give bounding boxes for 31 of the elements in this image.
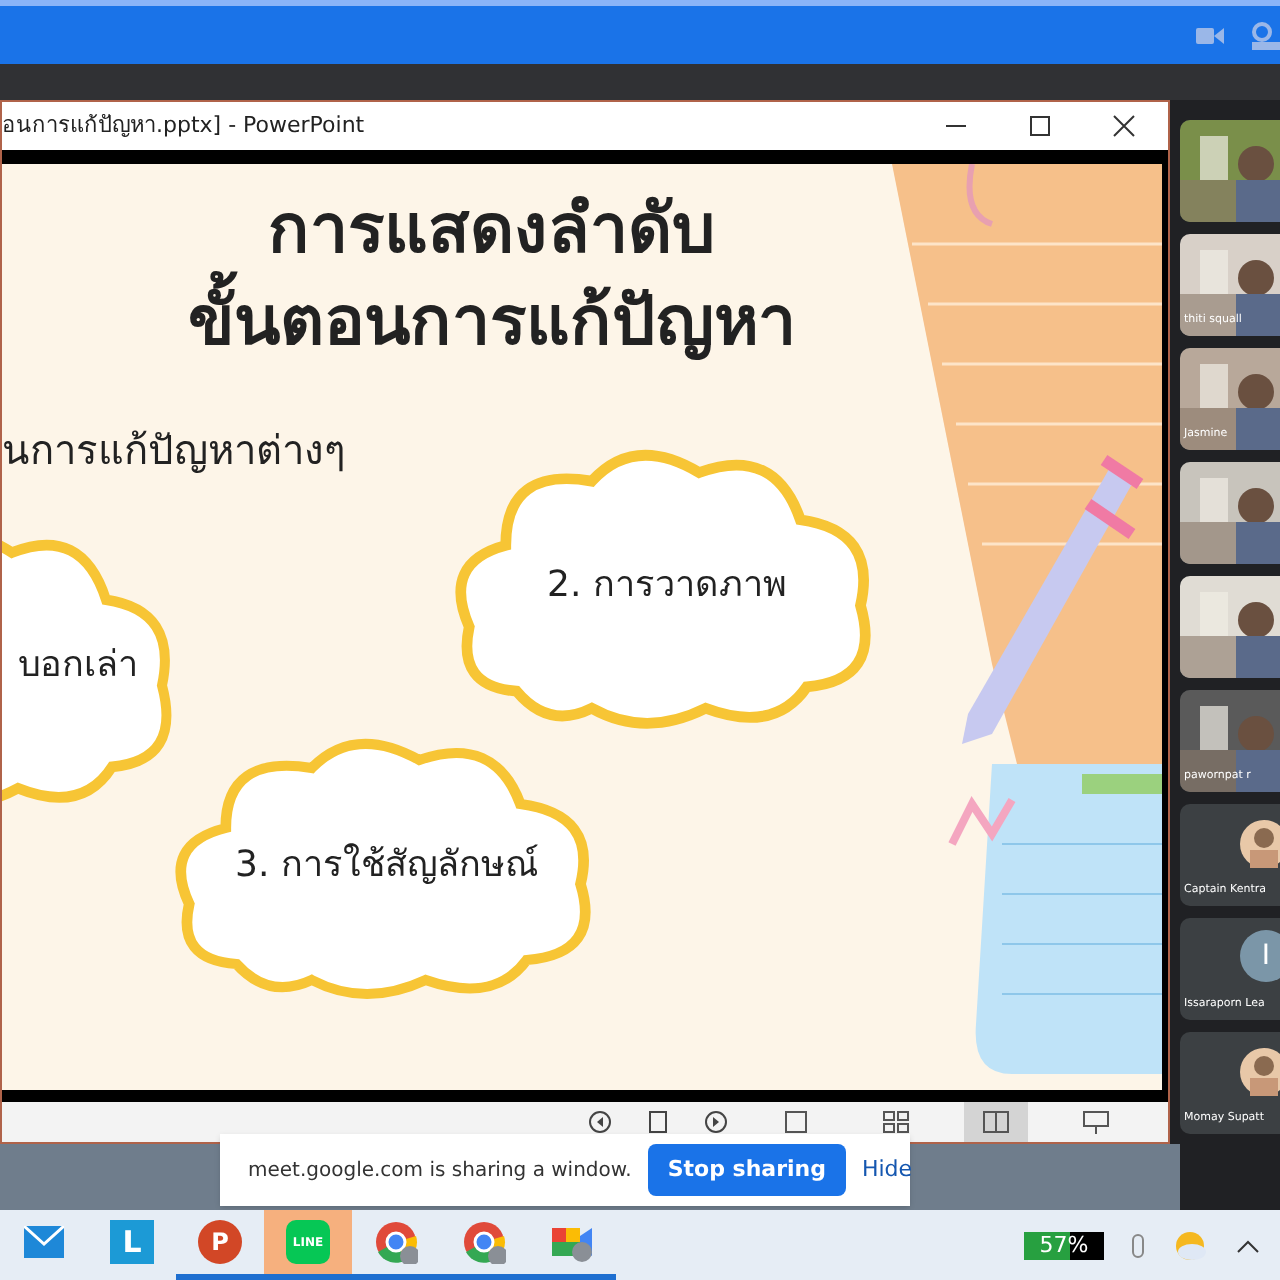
view-icon xyxy=(782,1110,810,1134)
view-button[interactable] xyxy=(964,1102,1028,1142)
avatar-letter: I xyxy=(1240,930,1280,982)
window-title: อนการแก้ปัญหา.pptx] - PowerPoint xyxy=(2,109,365,142)
chrome-icon xyxy=(374,1220,418,1264)
next-icon[interactable] xyxy=(704,1110,728,1134)
chrome-icon xyxy=(462,1220,506,1264)
avatar-icon xyxy=(1240,820,1280,868)
view-icon xyxy=(1082,1110,1110,1134)
caret-icon[interactable] xyxy=(1236,1237,1260,1253)
stop-sharing-button[interactable]: Stop sharing xyxy=(647,1144,846,1196)
app-letter: L xyxy=(110,1220,154,1264)
taskbar-app[interactable]: L xyxy=(88,1210,176,1280)
view-icon xyxy=(882,1110,910,1134)
maximize-icon[interactable] xyxy=(1028,114,1052,138)
slide-subtitle: นการแก้ปัญหาต่างๆ xyxy=(2,424,346,478)
app-letter: P xyxy=(198,1220,242,1264)
view-icon xyxy=(982,1110,1010,1134)
slide-title: ขั้นตอนการแก้ปัญหา xyxy=(188,276,796,368)
sharing-message: meet.google.com is sharing a window. xyxy=(248,1157,632,1185)
previous-icon[interactable] xyxy=(588,1110,612,1134)
cloud-text: บอกเล่า xyxy=(18,641,138,689)
video-call-icon xyxy=(550,1222,594,1262)
notes-icon[interactable] xyxy=(648,1110,668,1134)
avatar-icon xyxy=(1240,1048,1280,1096)
slide-title: การแสดงลำดับ xyxy=(268,188,716,271)
mouse-icon xyxy=(1132,1233,1144,1257)
cloud-text: 3. การใช้สัญลักษณ์ xyxy=(235,841,539,889)
cloud-text: 2. การวาดภาพ xyxy=(547,561,787,609)
close-icon[interactable] xyxy=(1112,114,1136,138)
mail-icon xyxy=(24,1226,64,1258)
